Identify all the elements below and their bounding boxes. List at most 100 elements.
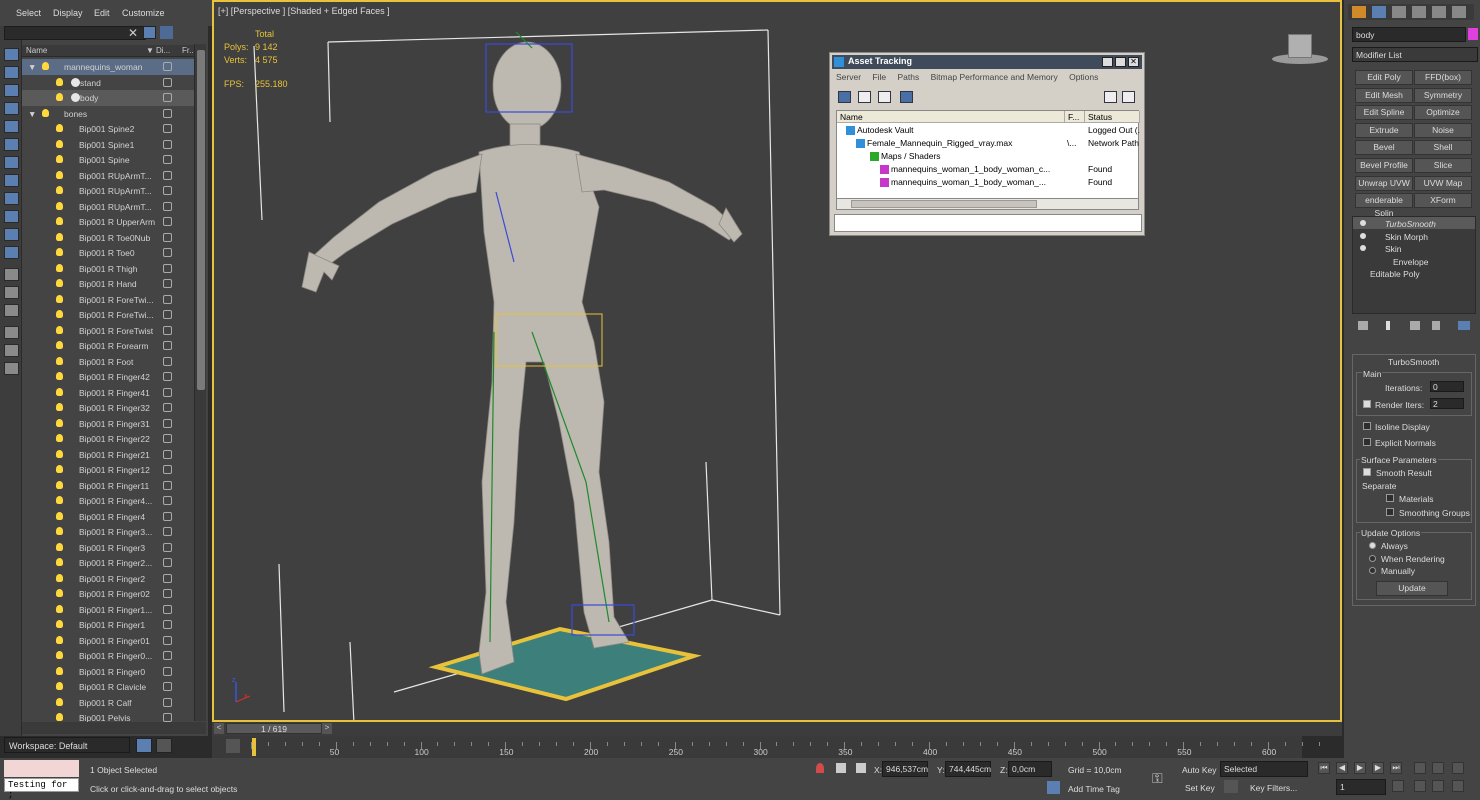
display-groups-icon[interactable] [4, 192, 19, 205]
explorer-row[interactable]: Bip001 Spine2 [22, 121, 194, 137]
asset-col-name[interactable]: Name [837, 111, 1065, 123]
freeze-toggle-icon[interactable] [163, 341, 172, 350]
stack-skin-morph[interactable]: Skin Morph [1385, 232, 1428, 242]
current-frame-marker[interactable] [252, 738, 256, 756]
auto-key-button[interactable]: Auto Key [1182, 765, 1217, 775]
menu-select[interactable]: Select [16, 8, 41, 18]
explorer-row[interactable]: Bip001 Spine1 [22, 137, 194, 153]
key-set-dropdown[interactable]: Selected [1220, 761, 1308, 777]
explorer-row[interactable]: Bip001 Spine [22, 152, 194, 168]
time-slider-bar[interactable]: < 1 / 619 > [212, 722, 1342, 736]
display-lights-icon[interactable] [4, 120, 19, 133]
explorer-row[interactable]: ▼ mannequins_woman [22, 59, 194, 75]
explorer-row[interactable]: Bip001 RUpArmT... [22, 168, 194, 184]
explorer-row[interactable]: ▼ bones [22, 106, 194, 122]
freeze-toggle-icon[interactable] [163, 666, 172, 676]
filter-icon[interactable] [4, 326, 19, 339]
freeze-toggle-icon[interactable] [163, 325, 172, 335]
freeze-toggle-icon[interactable] [163, 418, 172, 428]
freeze-toggle-icon[interactable] [163, 387, 172, 397]
modifier-button[interactable]: UVW Map [1414, 175, 1472, 191]
freeze-toggle-icon[interactable] [163, 77, 172, 87]
expand-arrow-icon[interactable]: ▼ [28, 62, 36, 72]
freeze-toggle-icon[interactable] [163, 527, 172, 536]
materials-checkbox[interactable] [1386, 494, 1394, 502]
visibility-bulb-icon[interactable] [56, 356, 63, 365]
freeze-toggle-icon[interactable] [163, 201, 172, 211]
explorer-row[interactable]: Bip001 R Hand [22, 276, 194, 292]
pin-stack-icon[interactable] [1358, 321, 1368, 330]
asset-menu-options[interactable]: Options [1069, 72, 1098, 82]
stack-envelope[interactable]: Envelope [1393, 257, 1428, 267]
explorer-row[interactable]: Bip001 R ForeTwi... [22, 292, 194, 308]
go-to-end-icon[interactable]: ⏭ [1390, 762, 1402, 774]
vault-settings-icon[interactable] [1122, 91, 1135, 103]
current-frame-field[interactable]: 1 [1336, 779, 1386, 795]
explorer-row[interactable]: Bip001 R Foot [22, 354, 194, 370]
freeze-toggle-icon[interactable] [163, 93, 172, 102]
modifier-button[interactable]: Shell [1414, 140, 1472, 156]
display-xrefs-icon[interactable] [4, 210, 19, 223]
explorer-row[interactable]: Bip001 RUpArmT... [22, 199, 194, 215]
column-name[interactable]: Name [26, 46, 47, 55]
asset-row[interactable]: mannequins_woman_1_body_woman_c... Found [837, 163, 1140, 176]
visibility-bulb-icon[interactable] [56, 248, 63, 256]
explorer-scroll-thumb[interactable] [197, 50, 205, 390]
visibility-bulb-icon[interactable] [56, 139, 63, 148]
stack-turbosmooth[interactable]: TurboSmooth [1385, 219, 1436, 229]
modifier-button[interactable]: FFD(box) [1414, 70, 1472, 85]
curve-editor-icon[interactable] [226, 739, 240, 753]
visibility-bulb-icon[interactable] [56, 279, 63, 287]
absolute-mode-icon[interactable] [856, 763, 866, 773]
freeze-toggle-icon[interactable] [163, 604, 172, 614]
asset-menu-bitmap[interactable]: Bitmap Performance and Memory [931, 72, 1058, 82]
expand-icon[interactable] [4, 304, 19, 317]
modifier-button[interactable]: Optimize [1414, 105, 1472, 121]
freeze-toggle-icon[interactable] [163, 511, 172, 521]
freeze-toggle-icon[interactable] [163, 62, 172, 71]
isolate-icon[interactable] [816, 763, 824, 773]
make-unique-icon[interactable] [1410, 321, 1420, 330]
asset-path-field[interactable] [834, 214, 1142, 232]
freeze-toggle-icon[interactable] [163, 186, 172, 195]
modify-tab-icon[interactable] [1372, 6, 1386, 18]
orbit-icon[interactable] [1452, 762, 1464, 774]
freeze-toggle-icon[interactable] [163, 310, 172, 319]
modifier-button[interactable]: Edit Poly [1355, 70, 1413, 85]
visibility-bulb-icon[interactable] [56, 403, 63, 411]
set-key-button[interactable]: Set Key [1185, 783, 1215, 793]
walkthrough-icon[interactable] [1432, 780, 1444, 792]
visibility-bulb-icon[interactable] [56, 155, 63, 163]
explorer-row[interactable]: Bip001 R Finger1... [22, 602, 194, 618]
modifier-button[interactable]: Bevel [1355, 140, 1413, 156]
freeze-toggle-icon[interactable] [163, 651, 172, 660]
explorer-row[interactable]: Bip001 R Finger2 [22, 571, 194, 587]
explorer-row[interactable]: Bip001 R Finger32 [22, 400, 194, 416]
freeze-toggle-icon[interactable] [163, 248, 172, 257]
explorer-row[interactable]: Bip001 R Finger22 [22, 431, 194, 447]
clear-search-icon[interactable]: ✕ [128, 26, 138, 40]
freeze-toggle-icon[interactable] [163, 496, 172, 505]
maximize-icon[interactable] [1115, 57, 1126, 67]
hierarchy-tab-icon[interactable] [1392, 6, 1406, 18]
freeze-toggle-icon[interactable] [163, 635, 172, 645]
asset-table-hscrollbar[interactable] [836, 198, 1139, 210]
play-icon[interactable]: ▶ [1354, 762, 1366, 774]
z-coordinate-field[interactable]: 0,0cm [1008, 761, 1052, 777]
visibility-bulb-icon[interactable] [56, 310, 63, 318]
visibility-bulb-icon[interactable] [56, 527, 63, 535]
explorer-row[interactable]: Bip001 RUpArmT... [22, 183, 194, 199]
visibility-bulb-icon[interactable] [56, 186, 63, 194]
explorer-row[interactable]: Bip001 R Finger02 [22, 586, 194, 602]
visibility-bulb-icon[interactable] [56, 434, 63, 442]
display-warps-icon[interactable] [4, 174, 19, 187]
freeze-toggle-icon[interactable] [163, 124, 172, 133]
hierarchy-explorer-icon[interactable] [156, 738, 172, 753]
explorer-hscrollbar[interactable] [22, 722, 206, 734]
freeze-toggle-icon[interactable] [163, 573, 172, 583]
mannequin-body[interactable] [301, 41, 743, 675]
asset-row[interactable]: Maps / Shaders [837, 150, 1140, 163]
object-color-swatch[interactable] [1468, 28, 1478, 40]
freeze-toggle-icon[interactable] [163, 356, 172, 366]
remove-modifier-icon[interactable] [1432, 321, 1440, 330]
